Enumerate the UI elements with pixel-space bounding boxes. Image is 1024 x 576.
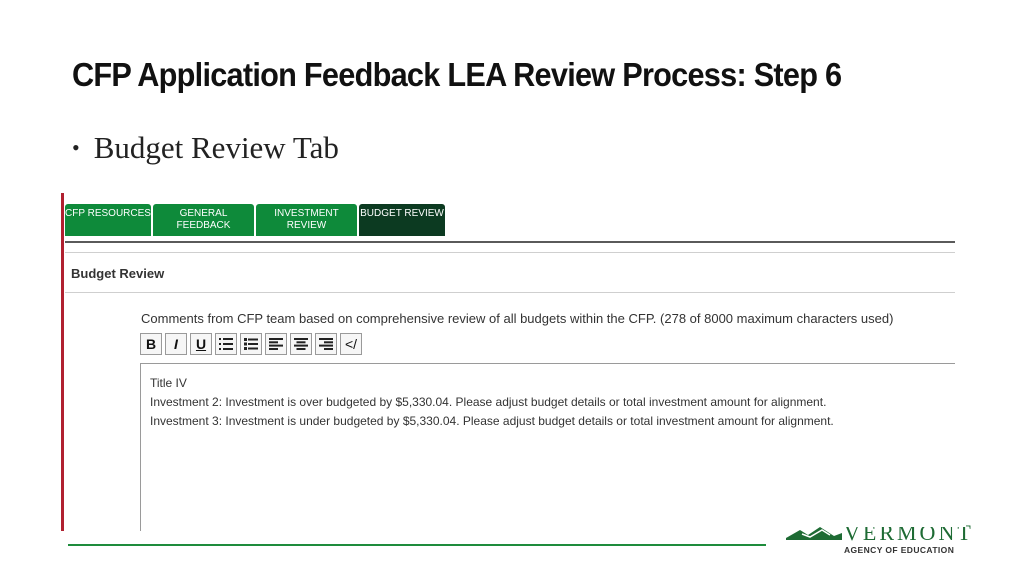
underline-button[interactable]: U [190,333,212,355]
logo-crop-mask [836,516,966,527]
align-right-button[interactable] [315,333,337,355]
slide-title: CFP Application Feedback LEA Review Proc… [72,56,842,93]
tab-bar: CFP RESOURCES GENERAL FEEDBACK INVESTMEN… [65,204,447,236]
comment-field-label: Comments from CFP team based on comprehe… [141,311,894,326]
align-center-button[interactable] [290,333,312,355]
divider [65,292,955,293]
editor-line: Investment 2: Investment is over budgete… [150,395,827,409]
screenshot-panel: CFP RESOURCES GENERAL FEEDBACK INVESTMEN… [61,193,955,531]
bold-button[interactable]: B [140,333,162,355]
bulleted-list-button[interactable] [240,333,262,355]
tab-cfp-resources[interactable]: CFP RESOURCES [65,204,151,236]
comment-editor[interactable]: Title IV Investment 2: Investment is ove… [140,363,955,531]
align-right-icon [319,338,333,350]
vermont-aoe-logo: VERMONT AGENCY OF EDUCATION [780,516,971,558]
footer-rule [68,544,766,546]
editor-line: Title IV [150,376,187,390]
mountain-logo-icon [786,527,842,540]
tab-budget-review[interactable]: BUDGET REVIEW [359,204,445,236]
divider [65,252,955,253]
bulleted-list-icon [244,338,258,350]
logo-subtitle: AGENCY OF EDUCATION [844,545,955,555]
tab-underline [65,241,955,243]
bullet-text: Budget Review Tab [93,130,339,165]
align-center-icon [294,338,308,350]
editor-line: Investment 3: Investment is under budget… [150,414,834,428]
tab-general-feedback[interactable]: GENERAL FEEDBACK [153,204,254,236]
numbered-list-icon [219,338,233,350]
italic-button[interactable]: I [165,333,187,355]
section-heading: Budget Review [71,266,165,281]
panel-left-border [61,193,64,531]
bullet-dot-icon: • [72,135,80,160]
source-code-button[interactable]: </ [340,333,362,355]
align-left-button[interactable] [265,333,287,355]
align-left-icon [269,338,283,350]
bullet-item: • Budget Review Tab [72,130,339,166]
editor-toolbar: B I U </ [140,333,365,355]
numbered-list-button[interactable] [215,333,237,355]
tab-investment-review[interactable]: INVESTMENT REVIEW [256,204,357,236]
